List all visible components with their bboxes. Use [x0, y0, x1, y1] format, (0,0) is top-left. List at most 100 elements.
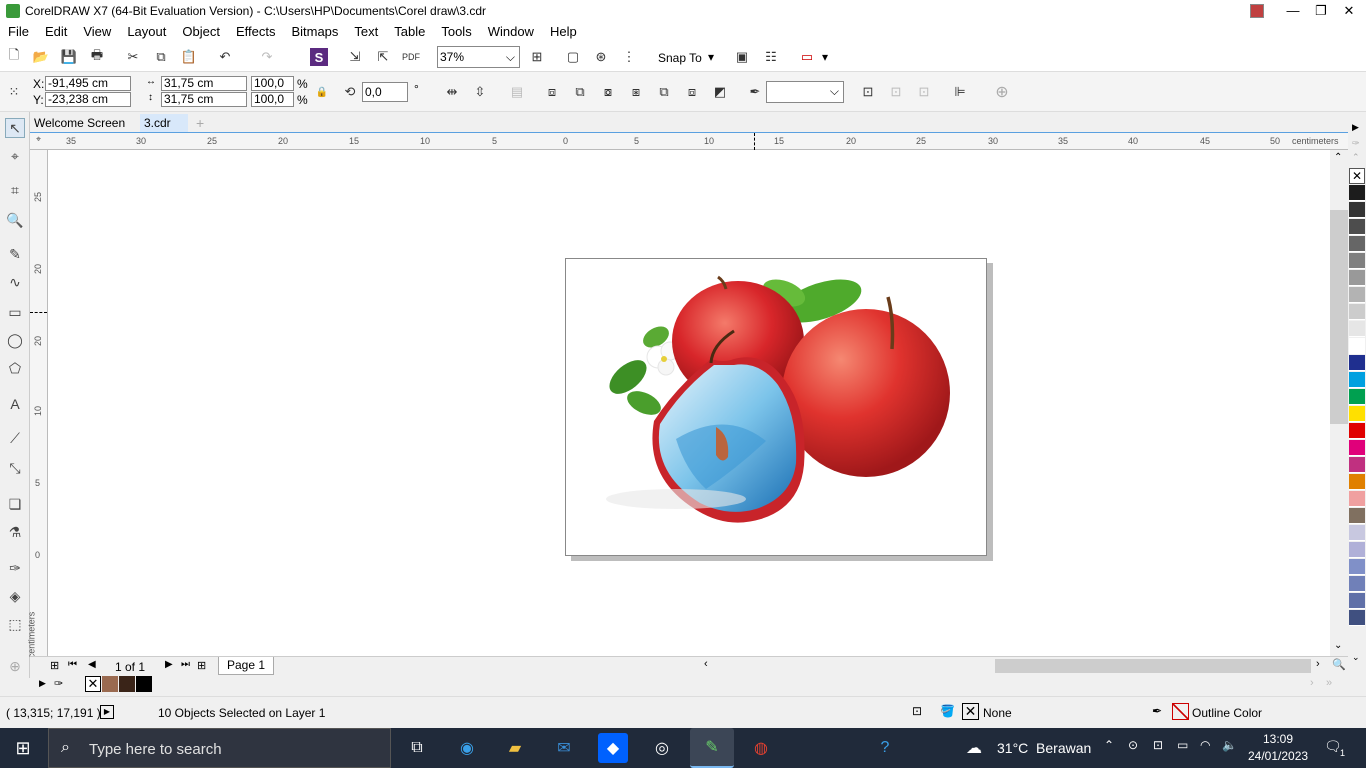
doc-swatch-1[interactable] [102, 676, 118, 692]
pick-tool-icon[interactable]: ↖ [5, 118, 25, 138]
width-field[interactable]: 31,75 cm [161, 76, 247, 91]
palette-scroll-right-icon[interactable]: ▶ [1352, 122, 1359, 133]
file-explorer-icon[interactable]: ▰ [500, 733, 530, 763]
shape-tool-icon[interactable]: ⌖ [5, 146, 25, 166]
menu-edit[interactable]: Edit [37, 24, 75, 39]
menu-bitmaps[interactable]: Bitmaps [283, 24, 346, 39]
cut-icon[interactable]: ✂ [124, 48, 142, 66]
height-field[interactable]: 31,75 cm [161, 92, 247, 107]
application-launcher-icon[interactable]: ▭ [798, 48, 816, 66]
color-swatch[interactable] [1349, 338, 1365, 354]
color-swatch[interactable] [1349, 576, 1365, 592]
scale-width-field[interactable]: 100,0 [251, 76, 294, 91]
y-position-field[interactable]: -23,238 cm [45, 92, 131, 107]
menu-file[interactable]: File [0, 24, 37, 39]
combine-icon[interactable]: ⧈ [543, 83, 561, 101]
menu-text[interactable]: Text [346, 24, 386, 39]
color-swatch[interactable] [1349, 355, 1365, 371]
snap-to-dropdown[interactable]: Snap To [658, 51, 702, 65]
add-icon[interactable]: ⊕ [993, 83, 1011, 101]
vertical-scrollbar[interactable]: ⌃ ⌄ [1330, 150, 1348, 656]
menu-layout[interactable]: Layout [119, 24, 174, 39]
add-page-icon[interactable]: ⊞ [50, 659, 59, 672]
rotation-angle-field[interactable]: 0,0 [362, 82, 408, 102]
show-rulers-icon[interactable]: ⊛ [592, 48, 610, 66]
color-swatch[interactable] [1349, 457, 1365, 473]
tab-document[interactable]: 3.cdr [140, 114, 188, 132]
palette-down-icon[interactable]: ⌄ [1352, 652, 1360, 663]
convert-to-curves-icon[interactable]: ⊡ [915, 83, 933, 101]
group-icon[interactable]: ▤ [508, 83, 526, 101]
trim-icon[interactable]: ⧇ [599, 83, 617, 101]
color-swatch[interactable] [1349, 491, 1365, 507]
color-swatch[interactable] [1349, 440, 1365, 456]
welcome-screen-icon[interactable]: ▣ [733, 48, 751, 66]
user-icon[interactable] [1242, 0, 1272, 21]
color-swatch[interactable] [1349, 610, 1365, 626]
palette-scroll-right-icon[interactable]: › [1310, 677, 1314, 689]
mail-icon[interactable]: ✉ [549, 733, 579, 763]
clock-time[interactable]: 13:09 [1263, 732, 1293, 746]
color-swatch[interactable] [1349, 287, 1365, 303]
object-origin-icon[interactable]: ⁙ [5, 83, 23, 101]
color-swatch[interactable] [1349, 372, 1365, 388]
eyedropper-icon[interactable]: ✑ [1352, 138, 1360, 149]
last-page-icon[interactable]: ⏭ [181, 659, 190, 670]
color-proof-icon[interactable]: ⊡ [912, 704, 922, 718]
chevron-up-icon[interactable]: ⌃ [1104, 738, 1114, 752]
zoom-icon[interactable]: 🔍 [1332, 658, 1346, 671]
corel-connect-icon[interactable]: S [310, 48, 328, 66]
parallel-dimension-icon[interactable]: ⟋ [5, 428, 25, 448]
transparency-tool-icon[interactable]: ⚗ [5, 522, 25, 542]
tray-icon[interactable]: ⊙ [1128, 738, 1138, 752]
scroll-up-icon[interactable]: ⌃ [1334, 152, 1342, 163]
scroll-down-icon[interactable]: ⌄ [1334, 640, 1342, 651]
export-icon[interactable]: ⇱ [374, 48, 392, 66]
interactive-fill-icon[interactable]: ◈ [5, 586, 25, 606]
color-swatch[interactable] [1349, 270, 1365, 286]
align-distribute-icon[interactable]: ⊡ [859, 83, 877, 101]
coreldraw-taskbar-icon[interactable]: ✎ [690, 728, 734, 768]
color-swatch[interactable] [1349, 474, 1365, 490]
tray-icon[interactable]: ⊡ [1153, 738, 1163, 752]
color-swatch[interactable] [1349, 389, 1365, 405]
polygon-tool-icon[interactable]: ⬠ [5, 358, 25, 378]
x-position-field[interactable]: -91,495 cm [45, 76, 131, 91]
freehand-tool-icon[interactable]: ✎ [5, 244, 25, 264]
color-swatch[interactable] [1349, 593, 1365, 609]
smart-fill-icon[interactable]: ⬚ [5, 614, 25, 634]
zoom-level-select[interactable]: 37% ⌵ [437, 46, 520, 68]
next-page-icon[interactable]: ▶ [165, 659, 173, 670]
fill-none-swatch[interactable]: ✕ [962, 703, 979, 720]
edge-browser-icon[interactable]: ◉ [452, 733, 482, 763]
first-page-icon[interactable]: ⏮ [68, 659, 77, 670]
color-eyedropper-icon[interactable]: ✑ [5, 558, 25, 578]
tab-page-1[interactable]: Page 1 [218, 657, 275, 675]
menu-window[interactable]: Window [480, 24, 542, 39]
drawing-canvas[interactable] [48, 150, 1330, 656]
color-swatch[interactable] [1349, 253, 1365, 269]
doc-swatch-2[interactable] [119, 676, 135, 692]
color-swatch[interactable] [1349, 542, 1365, 558]
menu-table[interactable]: Table [386, 24, 433, 39]
text-tool-icon[interactable]: A [5, 394, 25, 414]
drop-shadow-icon[interactable]: ❏ [5, 494, 25, 514]
artistic-media-icon[interactable]: ∿ [5, 272, 25, 292]
create-boundary-icon[interactable]: ⊡ [887, 83, 905, 101]
back-minus-front-icon[interactable]: ◩ [711, 83, 729, 101]
no-color-swatch[interactable]: ✕ [85, 676, 101, 692]
close-button[interactable]: ✕ [1334, 0, 1364, 21]
chrome-icon[interactable]: ◍ [746, 733, 776, 763]
color-swatch[interactable] [1349, 219, 1365, 235]
mirror-horizontal-icon[interactable]: ⇹ [443, 83, 461, 101]
scroll-right-icon[interactable]: › [1316, 658, 1320, 670]
scale-height-field[interactable]: 100,0 [251, 92, 294, 107]
outline-color-swatch[interactable] [1172, 703, 1189, 720]
color-swatch[interactable] [1349, 508, 1365, 524]
publish-pdf-icon[interactable]: PDF [402, 48, 420, 66]
print-icon[interactable]: 🖶 [88, 47, 106, 66]
save-icon[interactable]: 💾 [60, 48, 78, 66]
align-icon[interactable]: ⊫ [951, 83, 969, 101]
color-swatch[interactable] [1349, 321, 1365, 337]
doc-swatch-3[interactable] [136, 676, 152, 692]
